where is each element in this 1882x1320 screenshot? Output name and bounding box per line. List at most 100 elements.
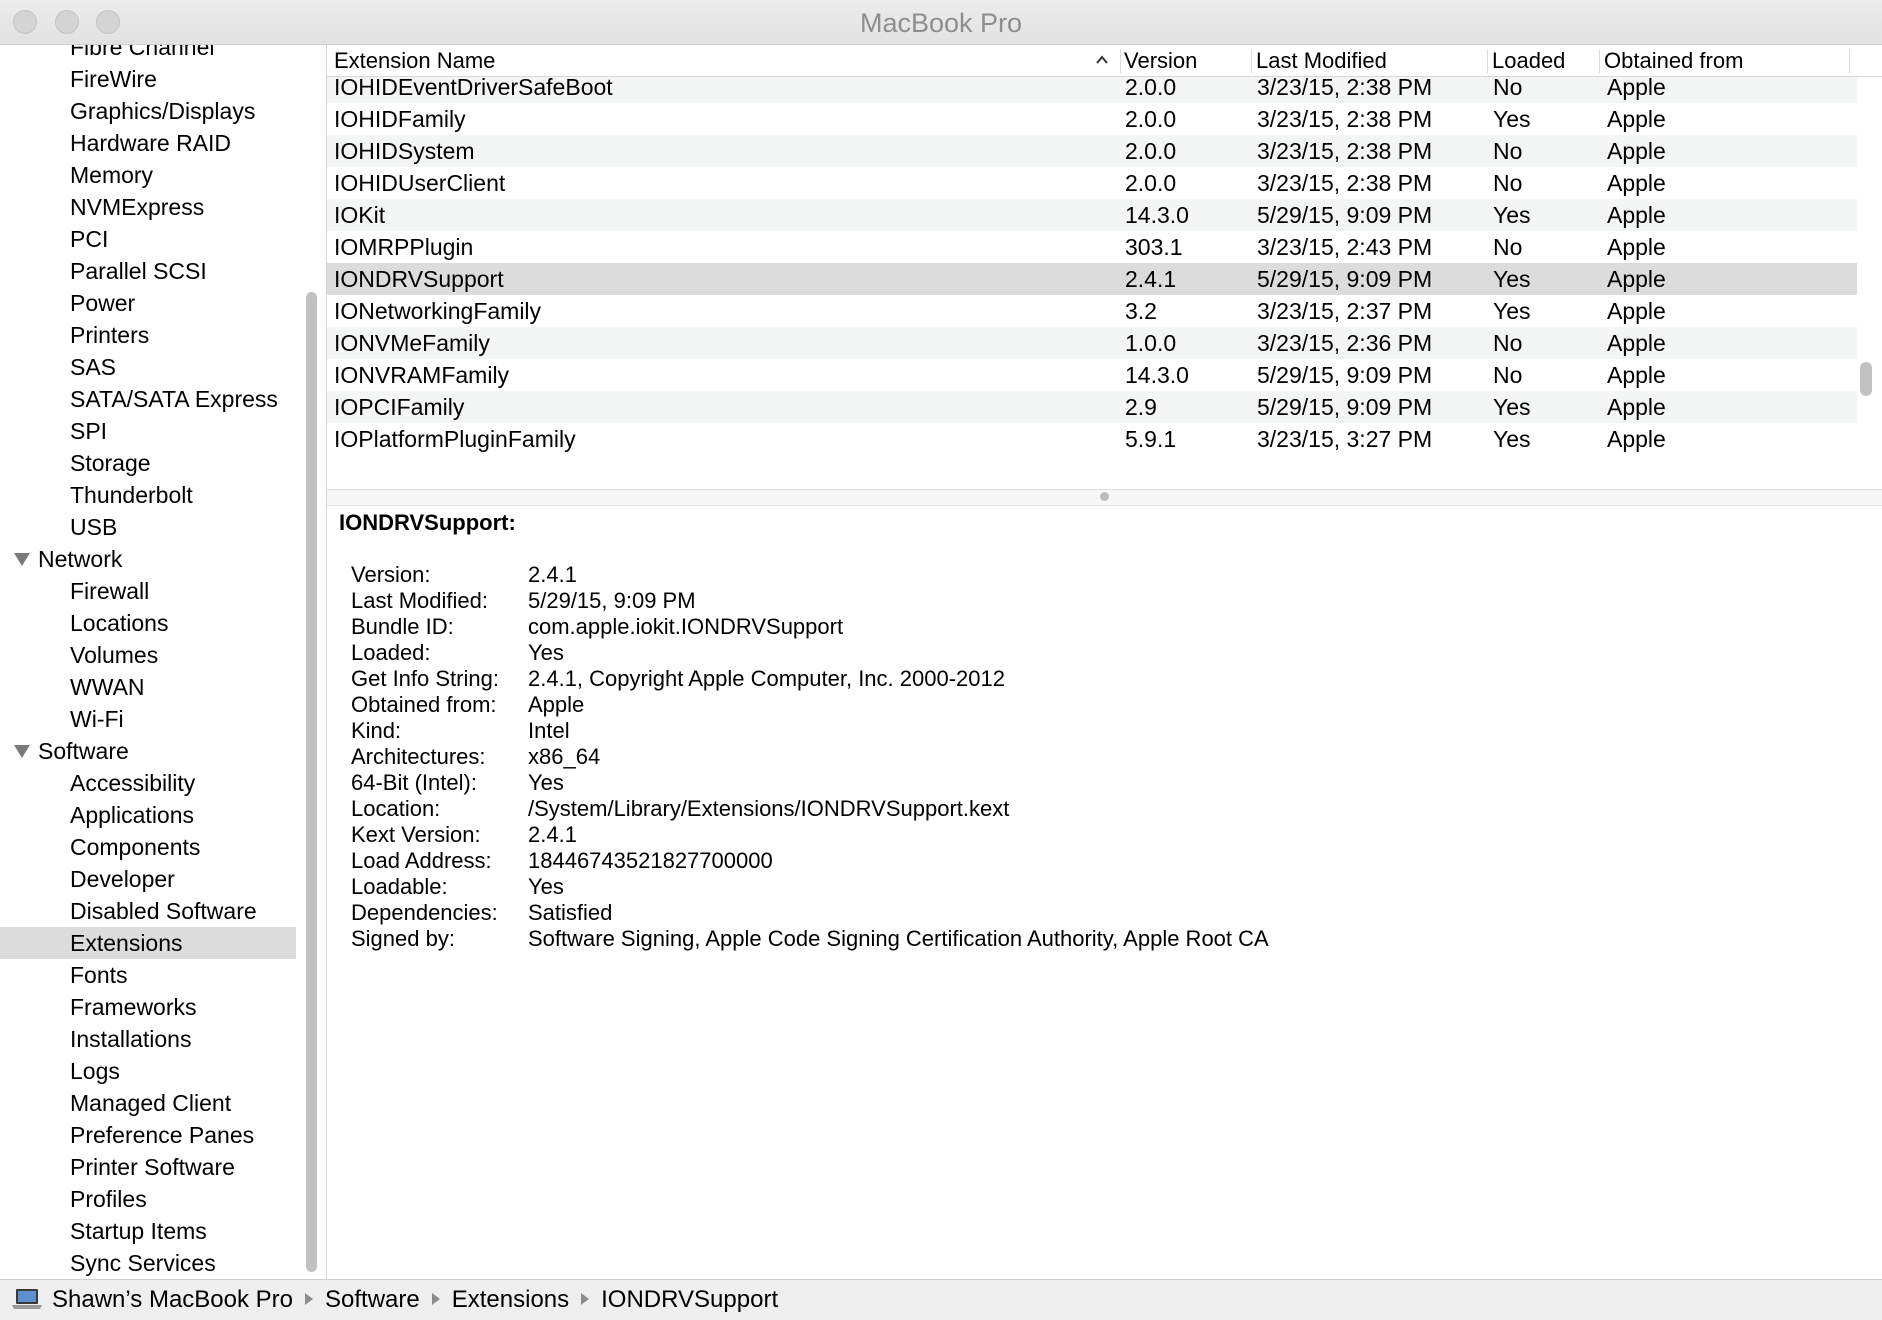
property-value: Yes xyxy=(528,874,564,899)
property-value: com.apple.iokit.IONDRVSupport xyxy=(528,614,844,639)
sidebar-item-fonts[interactable]: Fonts xyxy=(0,959,296,991)
table-row[interactable]: IOPlatformPluginFamily 5.9.1 3/23/15, 3:27… xyxy=(327,423,1857,455)
column-header-extension-name[interactable]: Extension Name xyxy=(334,45,495,76)
sidebar-item-pci[interactable]: PCI xyxy=(0,223,296,255)
chevron-up-icon[interactable] xyxy=(1095,53,1109,67)
cell-extension-name: IOMRPPlugin xyxy=(334,234,474,260)
sidebar-item-label: Memory xyxy=(70,162,154,188)
sidebar-item-applications[interactable]: Applications xyxy=(0,799,296,831)
table-row[interactable]: IOMRPPlugin 303.1 3/23/15, 2:43 PM No Apple xyxy=(327,231,1857,263)
title-bar: MacBook Pro xyxy=(0,0,1882,45)
sidebar-item-storage[interactable]: Storage xyxy=(0,447,296,479)
sidebar-item-memory[interactable]: Memory xyxy=(0,159,296,191)
sidebar-item-parallel-scsi[interactable]: Parallel SCSI xyxy=(0,255,296,287)
cell-last-modified: 3/23/15, 2:43 PM xyxy=(1257,234,1433,260)
split-handle-icon[interactable] xyxy=(1100,492,1109,501)
column-header-loaded[interactable]: Loaded xyxy=(1492,45,1565,76)
sidebar-item-disabled-software[interactable]: Disabled Software xyxy=(0,895,296,927)
column-separator[interactable] xyxy=(1120,49,1121,73)
disclosure-triangle-icon[interactable] xyxy=(14,553,30,566)
sidebar-item-software[interactable]: Software xyxy=(0,735,296,767)
cell-obtained-from: Apple xyxy=(1607,330,1666,356)
property-key: Loadable: xyxy=(351,874,448,899)
table-row[interactable]: IONVRAMFamily 14.3.0 5/29/15, 9:09 PM No App… xyxy=(327,359,1857,391)
sidebar-item-preference-panes[interactable]: Preference Panes xyxy=(0,1119,296,1151)
sidebar-item-extensions[interactable]: Extensions xyxy=(0,927,296,959)
table-row[interactable]: IOHIDFamily 2.0.0 3/23/15, 2:38 PM Yes Apple xyxy=(327,103,1857,135)
sidebar-item-network[interactable]: Network xyxy=(0,543,296,575)
disclosure-triangle-icon[interactable] xyxy=(14,745,30,758)
sidebar-item-fibre-channel[interactable]: Fibre Channel xyxy=(0,45,296,63)
sidebar-item-developer[interactable]: Developer xyxy=(0,863,296,895)
breadcrumb-item[interactable]: IONDRVSupport xyxy=(601,1280,778,1320)
cell-loaded: No xyxy=(1493,138,1523,164)
property-key: Location: xyxy=(351,796,441,821)
sidebar-item-label: Applications xyxy=(70,802,195,828)
cell-version: 2.0.0 xyxy=(1125,106,1177,132)
sidebar-item-sata-sata-express[interactable]: SATA/SATA Express xyxy=(0,383,296,415)
column-header-version[interactable]: Version xyxy=(1124,45,1197,76)
sidebar-item-wwan[interactable]: WWAN xyxy=(0,671,296,703)
cell-last-modified: 5/29/15, 9:09 PM xyxy=(1257,266,1433,292)
detail-pane: IONDRVSupport: Version: 2.4.1 Last Modifie… xyxy=(327,506,1882,1279)
sidebar-item-sync-services[interactable]: Sync Services xyxy=(0,1247,296,1279)
breadcrumb-item[interactable]: Extensions xyxy=(452,1280,569,1320)
sidebar-item-hardware-raid[interactable]: Hardware RAID xyxy=(0,127,296,159)
sidebar-item-firewire[interactable]: FireWire xyxy=(0,63,296,95)
column-separator[interactable] xyxy=(1849,49,1850,73)
breadcrumb-item[interactable]: Software xyxy=(325,1280,420,1320)
table-header: Extension Name Version Last Modified Loa… xyxy=(327,45,1882,77)
column-separator[interactable] xyxy=(1251,49,1252,73)
sidebar-item-spi[interactable]: SPI xyxy=(0,415,296,447)
sidebar-item-locations[interactable]: Locations xyxy=(0,607,296,639)
property-value: x86_64 xyxy=(528,744,601,769)
table-row[interactable]: IONVMeFamily 1.0.0 3/23/15, 2:36 PM No Apple xyxy=(327,327,1857,359)
sidebar-item-power[interactable]: Power xyxy=(0,287,296,319)
column-separator[interactable] xyxy=(1487,49,1488,73)
sidebar-item-printers[interactable]: Printers xyxy=(0,319,296,351)
sidebar-item-managed-client[interactable]: Managed Client xyxy=(0,1087,296,1119)
table-row[interactable]: IOHIDSystem 2.0.0 3/23/15, 2:38 PM No Apple xyxy=(327,135,1857,167)
sidebar-item-logs[interactable]: Logs xyxy=(0,1055,296,1087)
column-separator[interactable] xyxy=(1599,49,1600,73)
column-header-last-modified[interactable]: Last Modified xyxy=(1256,45,1387,76)
sidebar-item-volumes[interactable]: Volumes xyxy=(0,639,296,671)
table-row[interactable]: IOKit 14.3.0 5/29/15, 9:09 PM Yes Apple xyxy=(327,199,1857,231)
table-row[interactable]: IONDRVSupport 2.4.1 5/29/15, 9:09 PM Yes App… xyxy=(327,263,1857,295)
extensions-table: IOHIDEventDriver2.0.03/23/15, 2:38 PMNoA… xyxy=(327,45,1882,489)
sidebar-item-printer-software[interactable]: Printer Software xyxy=(0,1151,296,1183)
column-header-obtained-from[interactable]: Obtained from xyxy=(1604,45,1743,76)
table-row[interactable]: IOPCIFamily 2.9 5/29/15, 9:09 PM Yes Apple xyxy=(327,391,1857,423)
cell-loaded: No xyxy=(1493,170,1523,196)
cell-version: 2.4.1 xyxy=(1125,266,1177,292)
table-row[interactable]: IONetworkingFamily 3.2 3/23/15, 2:37 PM Yes… xyxy=(327,295,1857,327)
sidebar-item-label: Installations xyxy=(70,1026,192,1052)
cell-version: 5.9.1 xyxy=(1125,426,1177,452)
table-row[interactable]: IOHIDUserClient 2.0.0 3/23/15, 2:38 PM No Ap… xyxy=(327,167,1857,199)
sidebar-item-accessibility[interactable]: Accessibility xyxy=(0,767,296,799)
sidebar-item-graphics-displays[interactable]: Graphics/Displays xyxy=(0,95,296,127)
sidebar-scrollbar[interactable] xyxy=(306,292,317,1272)
sidebar-item-startup-items[interactable]: Startup Items xyxy=(0,1215,296,1247)
sidebar-item-label: Parallel SCSI xyxy=(70,258,207,284)
sidebar-item-thunderbolt[interactable]: Thunderbolt xyxy=(0,479,296,511)
chevron-right-icon xyxy=(305,1292,314,1305)
sidebar-item-label: Network xyxy=(38,546,123,572)
property-key: Obtained from: xyxy=(351,692,497,717)
sidebar-item-wi-fi[interactable]: Wi-Fi xyxy=(0,703,296,735)
sidebar-item-label: Firewall xyxy=(70,578,150,604)
table-scrollbar[interactable] xyxy=(1860,362,1872,396)
sidebar-item-label: Fibre Channel xyxy=(70,45,215,60)
sidebar-item-profiles[interactable]: Profiles xyxy=(0,1183,296,1215)
sidebar-item-firewall[interactable]: Firewall xyxy=(0,575,296,607)
property-value: 5/29/15, 9:09 PM xyxy=(528,588,696,613)
property-key: Last Modified: xyxy=(351,588,488,613)
breadcrumb-item[interactable]: Shawn’s MacBook Pro xyxy=(52,1280,293,1320)
sidebar-item-installations[interactable]: Installations xyxy=(0,1023,296,1055)
sidebar-item-usb[interactable]: USB xyxy=(0,511,296,543)
sidebar-item-label: Hardware RAID xyxy=(70,130,232,156)
sidebar-item-nvmexpress[interactable]: NVMExpress xyxy=(0,191,296,223)
sidebar-item-components[interactable]: Components xyxy=(0,831,296,863)
sidebar-item-sas[interactable]: SAS xyxy=(0,351,296,383)
sidebar-item-frameworks[interactable]: Frameworks xyxy=(0,991,296,1023)
